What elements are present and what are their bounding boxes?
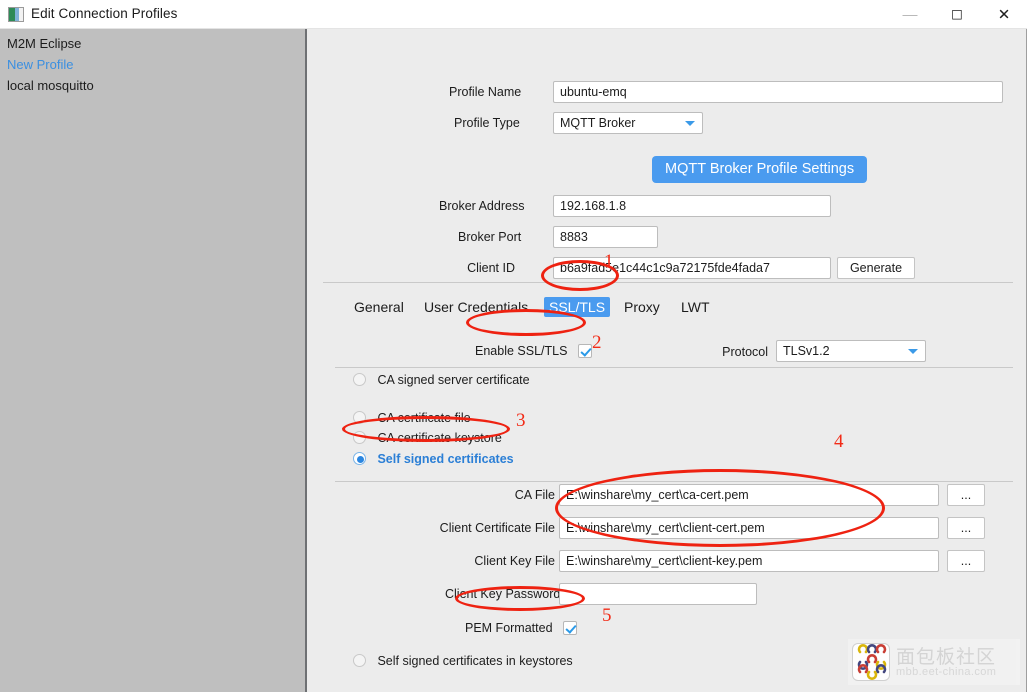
annotation-number-1: 1 bbox=[604, 251, 614, 272]
radio-ca-signed-server-certificate[interactable]: CA signed server certificate bbox=[353, 371, 530, 389]
window-title: Edit Connection Profiles bbox=[31, 6, 178, 21]
profiles-sidebar: M2M Eclipse New Profile local mosquitto bbox=[0, 29, 307, 692]
client-certificate-file-label: Client Certificate File bbox=[439, 521, 555, 535]
annotation-number-4: 4 bbox=[834, 431, 844, 452]
tab-lwt[interactable]: LWT bbox=[676, 297, 715, 317]
broker-address-label: Broker Address bbox=[439, 199, 525, 213]
close-button[interactable]: ✕ bbox=[981, 0, 1027, 29]
client-certificate-browse-button[interactable]: ... bbox=[947, 517, 985, 539]
watermark-logo-icon bbox=[852, 643, 890, 681]
radio-self-signed-certificates[interactable]: Self signed certificates bbox=[353, 450, 514, 468]
client-key-file-input[interactable]: E:\winshare\my_cert\client-key.pem bbox=[559, 550, 939, 572]
annotation-number-5: 5 bbox=[602, 605, 612, 626]
check-icon bbox=[577, 343, 592, 358]
profile-name-label: Profile Name bbox=[449, 85, 522, 99]
divider-top bbox=[323, 282, 1013, 283]
chevron-down-icon bbox=[685, 121, 695, 126]
generate-client-id-button[interactable]: Generate bbox=[837, 257, 915, 279]
radio-self-signed-certificates-in-keystores[interactable]: Self signed certificates in keystores bbox=[353, 652, 573, 670]
minimize-button[interactable]: — bbox=[887, 0, 933, 29]
tab-general[interactable]: General bbox=[349, 297, 409, 317]
maximize-button[interactable]: ☐ bbox=[934, 0, 980, 29]
client-id-label: Client ID bbox=[467, 261, 515, 275]
radio-label: Self signed certificates in keystores bbox=[377, 653, 573, 668]
sidebar-item-new-profile[interactable]: New Profile bbox=[7, 57, 73, 72]
divider-ssl bbox=[335, 367, 1013, 368]
maximize-icon: ☐ bbox=[951, 7, 963, 22]
client-key-file-label: Client Key File bbox=[474, 554, 555, 568]
close-icon: ✕ bbox=[997, 6, 1011, 23]
enable-ssl-tls-checkbox[interactable]: Enable SSL/TLS bbox=[475, 342, 592, 360]
annotation-ellipse-cert-paths bbox=[555, 469, 885, 547]
watermark-text-cn: 面包板社区 bbox=[896, 646, 997, 668]
radio-label: Self signed certificates bbox=[377, 451, 514, 466]
annotation-ellipse-enable-ssl bbox=[466, 309, 586, 336]
chevron-down-icon bbox=[908, 349, 918, 354]
watermark-url: mbb.eet-china.com bbox=[896, 666, 997, 678]
profile-type-select[interactable]: MQTT Broker bbox=[553, 112, 703, 134]
sidebar-item-local-mosquitto[interactable]: local mosquitto bbox=[7, 78, 94, 93]
protocol-select[interactable]: TLSv1.2 bbox=[776, 340, 926, 362]
edit-connection-profiles-window: Edit Connection Profiles — ☐ ✕ M2M Eclip… bbox=[0, 0, 1027, 692]
sidebar-item-m2m-eclipse[interactable]: M2M Eclipse bbox=[7, 36, 81, 51]
title-bar: Edit Connection Profiles — ☐ ✕ bbox=[0, 0, 1027, 29]
enable-ssl-tls-label: Enable SSL/TLS bbox=[475, 343, 568, 358]
profile-editor-pane: Profile Name ubuntu-emq Profile Type MQT… bbox=[309, 29, 1027, 692]
check-icon bbox=[562, 620, 577, 635]
annotation-number-3: 3 bbox=[516, 410, 526, 431]
broker-address-input[interactable]: 192.168.1.8 bbox=[553, 195, 831, 217]
client-key-browse-button[interactable]: ... bbox=[947, 550, 985, 572]
profile-name-input[interactable]: ubuntu-emq bbox=[553, 81, 1003, 103]
pem-formatted-label: PEM Formatted bbox=[465, 620, 553, 635]
profile-type-label: Profile Type bbox=[454, 116, 520, 130]
protocol-value: TLSv1.2 bbox=[783, 344, 830, 358]
pem-formatted-checkbox[interactable]: PEM Formatted bbox=[465, 619, 577, 637]
tab-proxy[interactable]: Proxy bbox=[619, 297, 665, 317]
protocol-label: Protocol bbox=[722, 345, 768, 359]
app-window-icon bbox=[8, 7, 24, 22]
client-key-password-input[interactable] bbox=[559, 583, 757, 605]
profile-type-value: MQTT Broker bbox=[560, 116, 636, 130]
broker-port-input[interactable]: 8883 bbox=[553, 226, 658, 248]
broker-port-label: Broker Port bbox=[458, 230, 522, 244]
ca-file-label: CA File bbox=[514, 488, 555, 502]
annotation-ellipse-self-signed bbox=[342, 416, 510, 442]
radio-label: CA signed server certificate bbox=[377, 372, 530, 387]
radio-icon bbox=[353, 373, 366, 387]
radio-icon-selected bbox=[353, 452, 366, 466]
annotation-ellipse-pem-formatted bbox=[455, 586, 585, 611]
minimize-icon: — bbox=[902, 6, 918, 23]
radio-icon bbox=[353, 654, 366, 668]
watermark: 面包板社区 mbb.eet-china.com bbox=[848, 639, 1020, 685]
annotation-number-2: 2 bbox=[592, 332, 602, 353]
ca-file-browse-button[interactable]: ... bbox=[947, 484, 985, 506]
mqtt-broker-profile-settings-button[interactable]: MQTT Broker Profile Settings bbox=[652, 156, 868, 183]
